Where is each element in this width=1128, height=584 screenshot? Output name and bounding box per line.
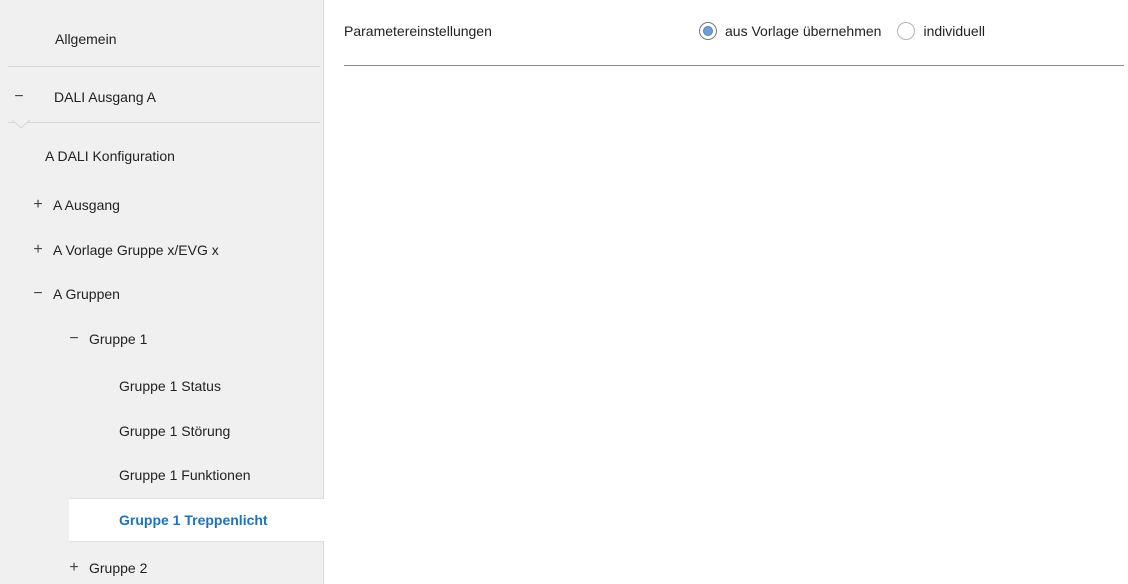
expand-icon[interactable]: + [29,241,47,259]
sidebar-item-a-gruppen[interactable]: − A Gruppen [29,272,120,316]
sidebar-item-label: Gruppe 1 Status [119,378,221,394]
sidebar-item-a-ausgang[interactable]: + A Ausgang [29,183,120,227]
sidebar-item-gruppe-1-status[interactable]: Gruppe 1 Status [119,364,221,408]
sidebar-item-label-selected: Gruppe 1 Treppenlicht [119,512,268,528]
collapse-icon[interactable]: − [29,285,47,303]
parameter-label: Parametereinstellungen [344,23,492,39]
parameter-panel: Parametereinstellungen aus Vorlage übern… [324,0,1128,584]
sidebar-item-a-vorlage-gruppe[interactable]: + A Vorlage Gruppe x/EVG x [29,228,219,272]
sidebar-item-label: DALI Ausgang A [54,89,156,105]
sidebar-item-label: A Vorlage Gruppe x/EVG x [53,242,219,258]
sidebar-item-label: Gruppe 1 Störung [119,423,231,439]
radio-aus-vorlage[interactable]: aus Vorlage übernehmen [699,22,897,40]
radio-checked-icon[interactable] [699,22,717,40]
sidebar-item-label: A Ausgang [53,197,120,213]
sidebar-item-a-dali-konfiguration[interactable]: A DALI Konfiguration [45,134,175,178]
sidebar: Allgemein − DALI Ausgang A A DALI Konfig… [0,0,325,584]
sidebar-item-dali-ausgang-a[interactable]: − DALI Ausgang A [10,75,156,119]
sidebar-item-label: A Gruppen [53,286,120,302]
sidebar-item-gruppe-1-funktionen[interactable]: Gruppe 1 Funktionen [119,453,251,497]
sidebar-item-allgemein[interactable]: Allgemein [55,17,116,61]
radio-label: individuell [923,23,985,39]
collapse-icon[interactable]: − [10,88,28,106]
sidebar-item-gruppe-1[interactable]: − Gruppe 1 [65,317,147,361]
sidebar-item-label: Gruppe 1 Funktionen [119,467,251,483]
section-notch-icon [12,120,30,129]
sidebar-item-label: Gruppe 1 [89,331,148,347]
radio-unchecked-icon[interactable] [897,22,916,40]
expand-icon[interactable]: + [29,196,47,214]
expand-icon[interactable]: + [65,559,83,577]
radio-label: aus Vorlage übernehmen [725,23,882,39]
sidebar-item-label: A DALI Konfiguration [45,148,175,164]
parameter-radio-group: aus Vorlage übernehmen individuell [699,20,1001,42]
radio-dot-icon [703,26,713,36]
sidebar-item-label: Gruppe 2 [89,560,148,576]
sidebar-item-label: Allgemein [55,31,117,47]
divider [344,65,1124,66]
sidebar-item-gruppe-2[interactable]: + Gruppe 2 [65,546,147,584]
sidebar-separator [8,122,320,123]
sidebar-item-gruppe-1-stoerung[interactable]: Gruppe 1 Störung [119,409,230,453]
radio-individuell[interactable]: individuell [897,22,1000,40]
collapse-icon[interactable]: − [65,330,83,348]
sidebar-separator [8,66,320,67]
